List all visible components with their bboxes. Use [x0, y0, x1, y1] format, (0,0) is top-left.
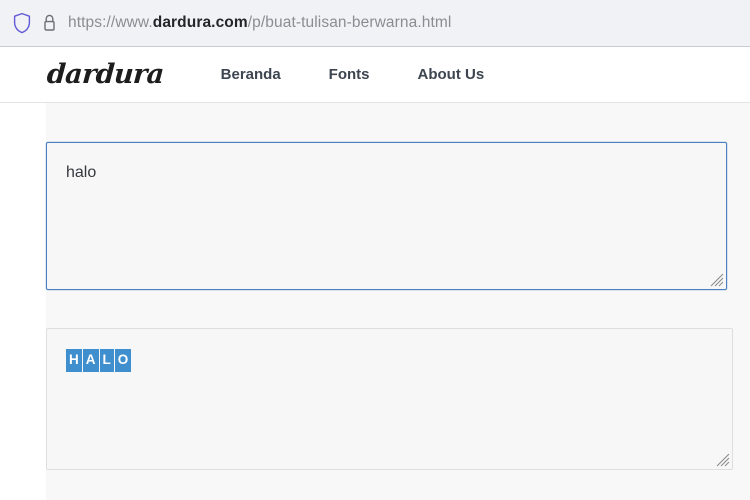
output-letter-chip: L	[100, 349, 114, 372]
nav-item-about-us[interactable]: About Us	[418, 66, 485, 83]
text-input-value: halo	[66, 164, 96, 182]
page-left-gutter	[0, 103, 46, 500]
url-prefix: https://www.	[68, 14, 153, 31]
brand-logo[interactable]: dardura	[46, 59, 165, 90]
url-path: /p/buat-tulisan-berwarna.html	[248, 14, 452, 31]
text-input-textarea[interactable]: halo	[46, 142, 727, 290]
output-letter-chip: A	[83, 349, 99, 372]
resize-grip-icon[interactable]	[709, 272, 724, 287]
nav-item-beranda[interactable]: Beranda	[221, 66, 281, 83]
output-letter-chip: O	[115, 349, 132, 372]
omnibox[interactable]: https://www.dardura.com/p/buat-tulisan-b…	[0, 0, 750, 46]
resize-grip-icon[interactable]	[715, 452, 730, 467]
output-letter-chip: H	[66, 349, 82, 372]
url-text[interactable]: https://www.dardura.com/p/buat-tulisan-b…	[68, 14, 451, 32]
shield-icon[interactable]	[12, 12, 32, 34]
colored-text-output-box[interactable]: H A L O	[46, 328, 733, 470]
output-rendered-text: H A L O	[66, 349, 132, 372]
main-navigation: Beranda Fonts About Us	[221, 66, 485, 83]
nav-item-fonts[interactable]: Fonts	[329, 66, 370, 83]
browser-address-bar[interactable]: https://www.dardura.com/p/buat-tulisan-b…	[0, 0, 750, 47]
url-domain: dardura.com	[153, 14, 248, 31]
site-header: dardura Beranda Fonts About Us	[0, 47, 750, 102]
browser-window: https://www.dardura.com/p/buat-tulisan-b…	[0, 0, 750, 500]
lock-icon[interactable]	[42, 13, 57, 33]
